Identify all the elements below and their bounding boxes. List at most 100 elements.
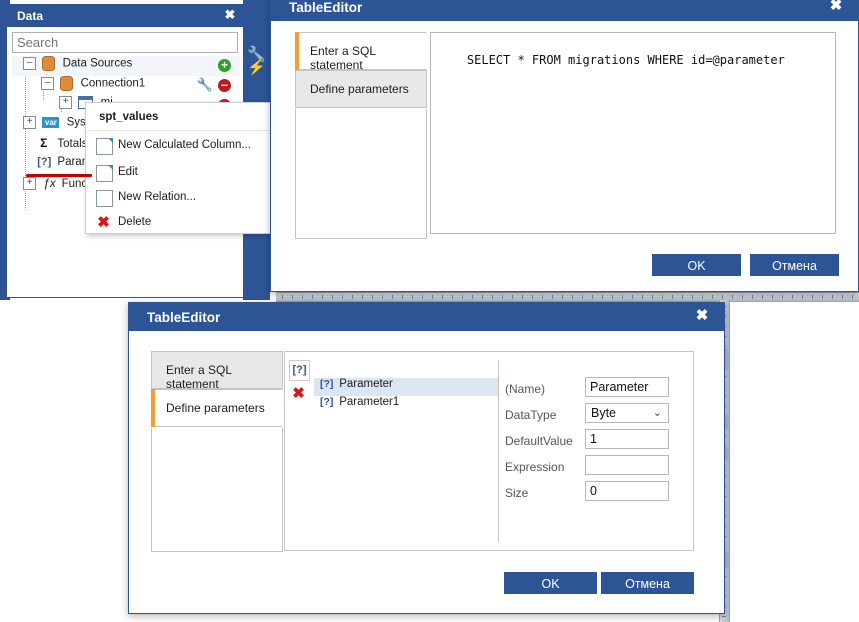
ruler-tick [672,295,673,299]
sql-statement-text: SELECT * FROM migrations WHERE id=@param… [466,53,785,67]
context-menu[interactable]: spt_values New Calculated Column... Edit… [85,102,272,234]
ruler-tick [732,295,733,299]
tab-define-parameters[interactable]: Define parameters [295,70,427,108]
context-menu-header: spt_values [99,111,159,123]
property-label-size: Size [505,486,529,500]
ruler-tick [752,295,753,299]
ruler-tick [362,295,363,299]
ruler-tick [332,295,333,299]
ruler-tick [832,295,833,299]
size-field[interactable] [585,481,669,501]
cancel-button[interactable]: Отмена [750,254,839,276]
ruler-tick [322,295,323,299]
defaultvalue-field[interactable] [585,429,669,449]
lightning-icon[interactable]: ⚡ [246,57,267,78]
menu-item-label: New Calculated Column... [118,139,251,151]
expander-icon[interactable]: + [23,177,37,191]
ruler-tick [572,295,573,299]
dialog-title: TableEditor [289,0,363,15]
ruler-tick [422,295,423,299]
ok-button[interactable]: OK [504,572,597,594]
wrench-icon[interactable]: 🔧 [197,78,213,92]
close-icon[interactable]: ✖ [223,8,237,22]
ruler-tick [682,295,683,299]
tab-label: Enter a SQL statement [310,44,376,72]
parameter-icon: [?] [37,156,52,169]
datatype-select[interactable]: Byte ⌄ [585,403,669,423]
ruler-tick [432,295,433,299]
tab-list-filler [295,109,427,239]
ruler-tick [812,295,813,299]
ruler-tick [382,295,383,299]
tab-define-parameters[interactable]: Define parameters [151,389,283,427]
parameter-icon: [?] [320,378,334,390]
ruler-tick [402,295,403,299]
dialog-titlebar: TableEditor ✖ [129,303,724,331]
menu-item-delete[interactable]: ✖ Delete [86,211,271,235]
list-item-label: Parameter [339,378,393,390]
sql-statement-editor[interactable]: SELECT * FROM migrations WHERE id=@param… [430,32,836,234]
ruler-tick [342,295,343,299]
ruler-tick [312,295,313,299]
search-input[interactable] [12,32,238,53]
add-parameter-icon[interactable]: [?] [289,360,310,381]
ruler-tick [512,295,513,299]
parameter-list[interactable]: [?] Parameter [?] Parameter1 [314,360,499,542]
tree-item-connection1[interactable]: – Connection1 🔧 – [12,76,240,96]
ruler-tick [612,295,613,299]
name-field[interactable] [585,377,669,397]
menu-item-label: Edit [118,166,138,178]
list-item[interactable]: [?] Parameter1 [314,396,498,414]
table-editor-dialog-top: TableEditor ✖ Enter a SQL statement Defi… [270,0,859,292]
tree-item-label: Data Sources [62,57,133,70]
ruler-tick [722,616,726,617]
ruler-tick [772,295,773,299]
ruler-tick [592,295,593,299]
list-item-label: Parameter1 [339,396,400,408]
cancel-button[interactable]: Отмена [601,572,694,594]
ruler-tick [602,295,603,299]
datatype-value: Byte [591,406,617,420]
ruler-tick [582,295,583,299]
tree-item-data-sources[interactable]: – Data Sources + [12,56,240,76]
ruler-tick [722,295,723,299]
list-item[interactable]: [?] Parameter [314,378,498,396]
database-icon [42,56,56,71]
ruler-tick [412,295,413,299]
dialog-titlebar: TableEditor ✖ [271,0,858,21]
ruler-tick [542,295,543,299]
ruler-tick [472,295,473,299]
ok-button[interactable]: OK [652,254,741,276]
menu-item-edit[interactable]: Edit [86,161,271,185]
ruler-tick [452,295,453,299]
menu-divider [86,130,271,131]
expander-icon[interactable]: – [41,77,55,90]
ruler-tick [532,295,533,299]
delete-parameter-icon[interactable]: ✖ [289,384,308,403]
ruler-tick [482,295,483,299]
close-icon[interactable]: ✖ [828,0,844,14]
add-data-source-icon[interactable]: + [218,59,231,72]
expression-field[interactable] [585,455,669,475]
ruler-tick [292,295,293,299]
menu-item-new-relation[interactable]: New Relation... [86,186,271,210]
variable-icon: var [42,117,60,128]
tree-item-label: Totals [57,137,88,150]
ruler-tick [372,295,373,299]
expander-icon[interactable]: + [59,96,73,109]
remove-connection-icon[interactable]: – [218,78,231,92]
tab-enter-sql-statement[interactable]: Enter a SQL statement [151,351,283,391]
menu-item-new-calculated-column[interactable]: New Calculated Column... [86,134,271,158]
property-label-name: (Name) [505,382,546,396]
ruler-tick [822,295,823,299]
expander-icon[interactable]: – [23,57,37,70]
close-icon[interactable]: ✖ [694,308,710,324]
ruler-tick [562,295,563,299]
ruler-tick [352,295,353,299]
expander-icon[interactable]: + [23,116,37,129]
fx-icon: ƒx [43,176,56,190]
ruler-tick [802,295,803,299]
tree-item-label: Connection1 [80,77,146,90]
new-relation-icon [96,190,113,207]
tab-enter-sql-statement[interactable]: Enter a SQL statement [295,32,427,72]
